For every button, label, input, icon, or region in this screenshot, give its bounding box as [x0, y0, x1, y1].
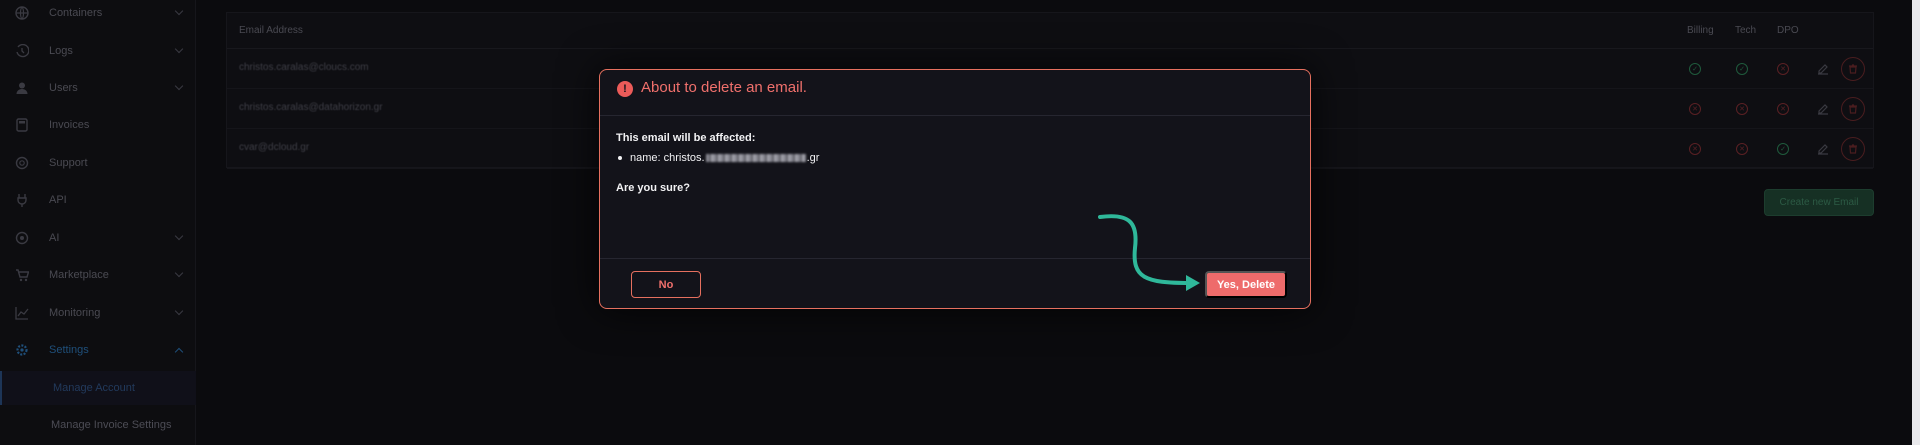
calculator-icon — [14, 117, 30, 133]
sidebar-item-invoices[interactable]: Invoices — [0, 110, 196, 140]
sidebar-item-support[interactable]: Support — [0, 148, 196, 178]
sidebar-item-label: Logs — [49, 45, 73, 57]
modal-title: About to delete an email. — [641, 79, 807, 96]
x-icon: ✕ — [1689, 143, 1701, 155]
sidebar-item-label: Settings — [49, 344, 89, 356]
alert-icon: ! — [617, 81, 633, 97]
sidebar-item-label: Invoices — [49, 119, 90, 131]
email-cell: christos.caralas@datahorizon.gr — [239, 102, 383, 113]
no-button[interactable]: No — [631, 271, 701, 298]
chevron-down-icon — [174, 81, 184, 91]
cart-icon — [14, 267, 30, 283]
affected-label: This email will be affected: — [616, 132, 756, 144]
chevron-down-icon — [174, 44, 184, 54]
sidebar-item-label: Marketplace — [49, 269, 109, 281]
sidebar-subitem-label: Manage Invoice Settings — [51, 419, 172, 431]
delete-button[interactable] — [1841, 57, 1865, 81]
chevron-down-icon — [174, 268, 184, 278]
chevron-down-icon — [174, 231, 184, 241]
affected-email-item: name: christos. .gr — [616, 152, 819, 164]
window-edge — [1912, 0, 1920, 445]
modal-body: This email will be affected: name: chris… — [616, 132, 819, 194]
sidebar-item-label: AI — [49, 232, 60, 244]
x-icon: ✕ — [1736, 103, 1748, 115]
dpo-column-header: DPO — [1777, 25, 1799, 36]
sidebar-item-api[interactable]: API — [0, 185, 196, 215]
ai-icon — [14, 230, 30, 246]
redacted-text — [705, 154, 806, 162]
confirm-question: Are you sure? — [616, 182, 690, 194]
check-icon: ✓ — [1736, 63, 1748, 75]
bullet-icon — [618, 156, 622, 160]
gear-icon — [14, 342, 30, 358]
x-icon: ✕ — [1777, 63, 1789, 75]
email-name-prefix: name: christos. — [630, 152, 705, 164]
sidebar-item-label: Containers — [49, 7, 103, 19]
sidebar-item-label: Monitoring — [49, 307, 101, 319]
sidebar-subitem-manage-account[interactable]: Manage Account — [0, 371, 196, 405]
email-column-header: Email Address — [239, 25, 303, 36]
sidebar-item-label: Support — [49, 157, 88, 169]
lifebuoy-icon — [14, 155, 30, 171]
delete-button[interactable] — [1841, 97, 1865, 121]
create-email-button[interactable]: Create new Email — [1764, 189, 1874, 216]
chevron-up-icon — [174, 347, 184, 357]
edit-icon[interactable] — [1817, 102, 1829, 115]
check-icon: ✓ — [1777, 143, 1789, 155]
sidebar-item-ai[interactable]: AI — [0, 223, 196, 253]
tech-column-header: Tech — [1735, 25, 1757, 36]
x-icon: ✕ — [1689, 103, 1701, 115]
sidebar-item-users[interactable]: Users — [0, 73, 196, 103]
table-header: Email Address Billing Tech DPO — [227, 13, 1873, 49]
chevron-down-icon — [174, 306, 184, 316]
annotation-arrow-icon — [1098, 214, 1200, 291]
chevron-down-icon — [174, 6, 184, 16]
email-cell: cvar@dcloud.gr — [239, 142, 310, 153]
globe-icon — [14, 5, 30, 21]
sidebar-subitem-label: Manage Account — [53, 382, 135, 394]
history-icon — [14, 43, 30, 59]
sidebar-item-label: Users — [49, 82, 78, 94]
edit-icon[interactable] — [1817, 62, 1829, 75]
sidebar-subitem-manage-invoice-settings[interactable]: Manage Invoice Settings — [0, 408, 196, 442]
chart-icon — [14, 305, 30, 321]
edit-icon[interactable] — [1817, 142, 1829, 155]
sidebar-item-label: API — [49, 194, 67, 206]
sidebar: Containers Logs Users Invoices Support A… — [0, 0, 196, 445]
sidebar-item-marketplace[interactable]: Marketplace — [0, 260, 196, 290]
x-icon: ✕ — [1777, 103, 1789, 115]
modal-header: ! About to delete an email. — [600, 70, 1310, 116]
delete-button[interactable] — [1841, 137, 1865, 161]
plug-icon — [14, 192, 30, 208]
sidebar-item-logs[interactable]: Logs — [0, 36, 196, 66]
check-icon: ✓ — [1689, 63, 1701, 75]
sidebar-item-containers[interactable]: Containers — [0, 0, 196, 28]
yes-delete-button[interactable]: Yes, Delete — [1205, 271, 1287, 298]
sidebar-item-settings[interactable]: Settings — [0, 335, 196, 365]
billing-column-header: Billing — [1687, 25, 1714, 36]
sidebar-item-monitoring[interactable]: Monitoring — [0, 298, 196, 328]
email-cell: christos.caralas@cloucs.com — [239, 62, 369, 73]
x-icon: ✕ — [1736, 143, 1748, 155]
user-icon — [14, 80, 30, 96]
email-name-suffix: .gr — [806, 152, 820, 164]
